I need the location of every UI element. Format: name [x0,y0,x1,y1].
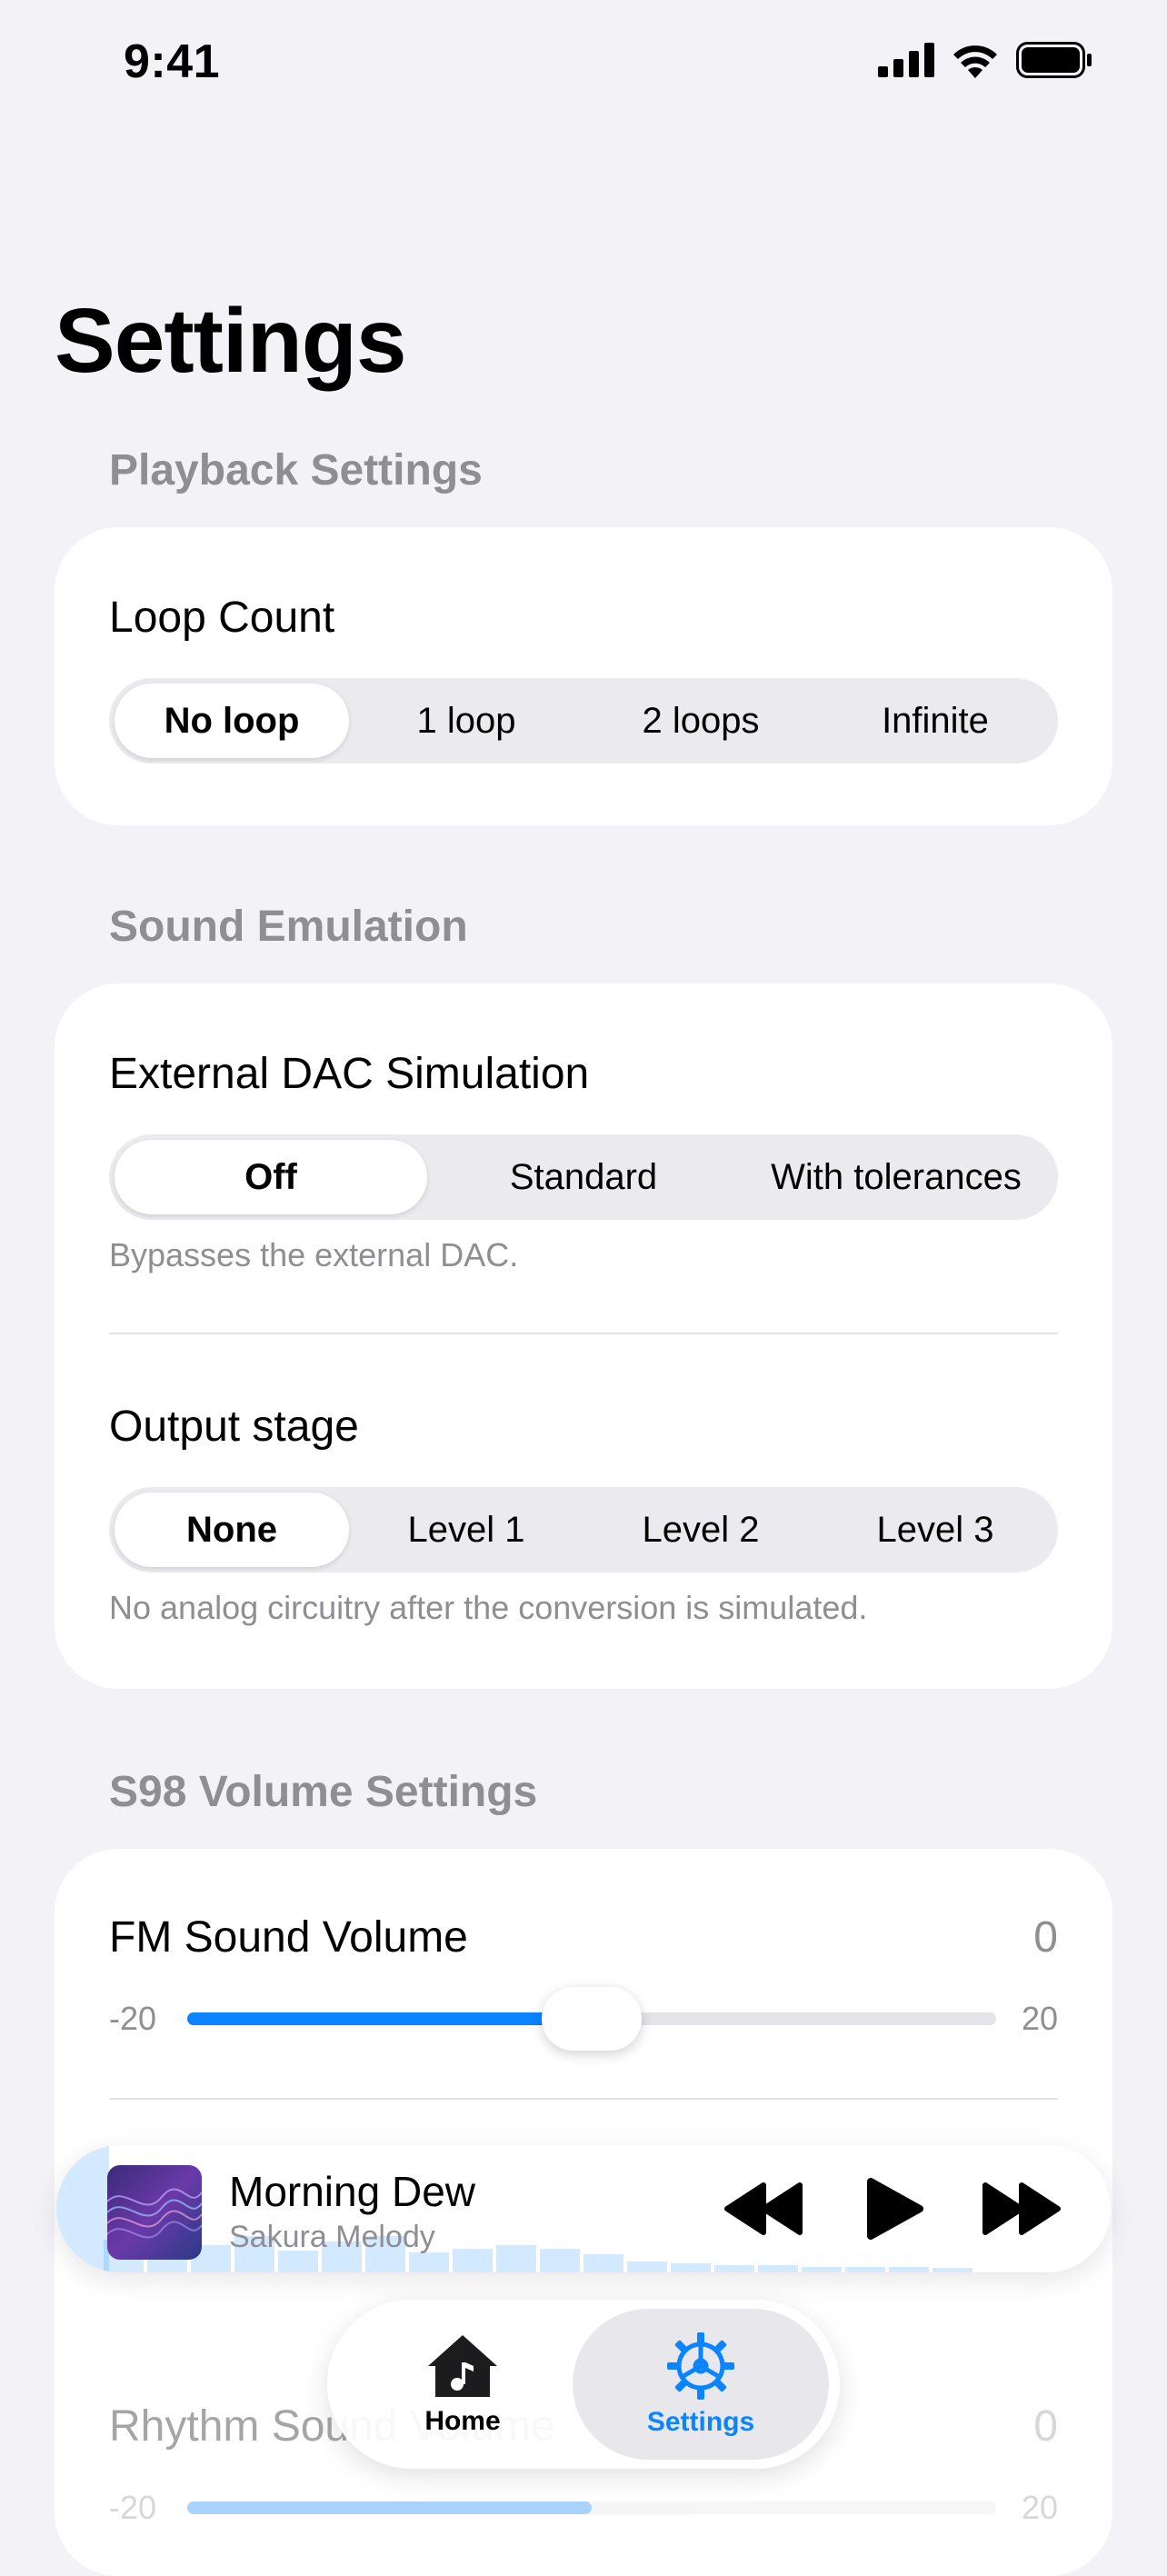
track-artist: Sakura Melody [229,2220,435,2254]
rhythm-volume-value: 0 [1033,2402,1058,2451]
rhythm-volume-slider-fill [187,2501,592,2514]
fm-volume-slider-thumb[interactable] [542,1987,642,2051]
status-time: 9:41 [124,35,221,88]
segment-standard[interactable]: Standard [427,1140,740,1214]
segment-level-3[interactable]: Level 3 [818,1493,1052,1567]
fm-volume-slider[interactable] [187,1987,996,2051]
page-title: Settings [55,290,406,392]
segment-2-loops[interactable]: 2 loops [584,684,818,758]
home-music-icon [428,2335,497,2397]
fast-forward-icon[interactable] [980,2180,1062,2238]
status-icons [878,42,1092,78]
fm-volume-max: 20 [1021,2000,1058,2037]
section-header-playback: Playback Settings [109,446,483,494]
play-icon[interactable] [863,2176,927,2242]
tab-settings-label: Settings [646,2407,755,2437]
loop-count-segmented-control: No loop 1 loop 2 loops Infinite [109,678,1058,764]
divider [109,2098,1058,2100]
dac-hint: Bypasses the external DAC. [109,1236,519,1273]
tab-bar: Home Settings [327,2300,840,2469]
fm-volume-label: FM Sound Volume [109,1913,468,1962]
fm-volume-min: -20 [109,2000,157,2037]
gear-icon [667,2332,734,2400]
player-progress [56,2145,109,2272]
album-artwork[interactable] [107,2165,202,2260]
segment-none[interactable]: None [115,1493,349,1567]
rhythm-volume-max: 20 [1021,2489,1058,2526]
section-header-volume: S98 Volume Settings [109,1768,538,1816]
segment-with-tolerances[interactable]: With tolerances [740,1140,1052,1214]
track-title: Morning Dew [229,2168,475,2215]
segment-off[interactable]: Off [115,1140,427,1214]
divider [109,1333,1058,1334]
segment-no-loop[interactable]: No loop [115,684,349,758]
dac-segmented-control: Off Standard With tolerances [109,1134,1058,1220]
cellular-signal-icon [878,43,934,77]
tab-home[interactable]: Home [340,2309,585,2460]
segment-level-1[interactable]: Level 1 [349,1493,584,1567]
mini-player[interactable]: Morning Dew Sakura Melody [56,2145,1111,2272]
fm-volume-slider-fill [187,2012,592,2025]
battery-icon [1016,42,1092,78]
rhythm-volume-slider[interactable] [187,2501,996,2514]
tab-settings[interactable]: Settings [573,2309,829,2460]
segment-1-loop[interactable]: 1 loop [349,684,584,758]
segment-infinite[interactable]: Infinite [818,684,1052,758]
rhythm-volume-min: -20 [109,2489,157,2526]
wifi-icon [953,45,997,78]
segment-level-2[interactable]: Level 2 [584,1493,818,1567]
fm-volume-value: 0 [1033,1913,1058,1962]
section-header-sound-emulation: Sound Emulation [109,903,468,951]
tab-home-label: Home [424,2406,501,2436]
output-stage-label: Output stage [109,1403,359,1451]
loop-count-label: Loop Count [109,594,335,642]
output-stage-hint: No analog circuitry after the conversion… [109,1589,868,1626]
playback-card [55,527,1112,825]
dac-simulation-label: External DAC Simulation [109,1050,590,1098]
rewind-icon[interactable] [723,2180,805,2238]
output-stage-segmented-control: None Level 1 Level 2 Level 3 [109,1487,1058,1573]
